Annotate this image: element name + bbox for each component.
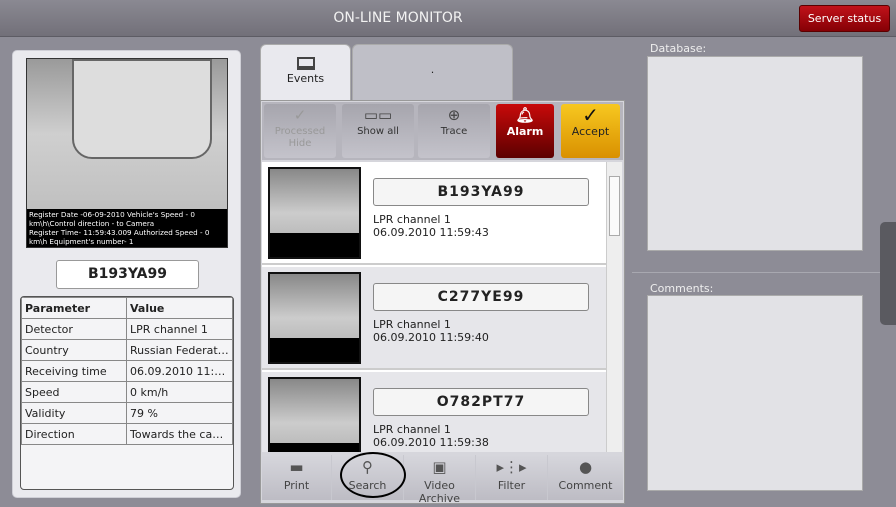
param-cell: Receiving time <box>21 360 127 382</box>
tab-label: . <box>430 63 435 76</box>
button-label: Processed Hide <box>274 126 326 149</box>
list-item[interactable]: O782PT77 LPR channel 1 06.09.2010 11:59:… <box>262 372 606 452</box>
value-cell: 06.09.2010 11:59:43 <box>126 360 233 382</box>
parameters-table: Parameter Value Detector LPR channel 1 Cou… <box>20 296 234 490</box>
scrollbar-thumb[interactable] <box>609 176 620 236</box>
speech-bubble-icon: ● <box>578 458 593 476</box>
header-cell: Value <box>126 297 233 319</box>
button-label: Alarm <box>506 125 544 138</box>
tab-other[interactable]: . <box>352 44 513 101</box>
button-label: Print <box>283 479 310 492</box>
database-box <box>647 56 863 251</box>
comments-label: Comments: <box>650 282 714 295</box>
event-plate: O782PT77 <box>373 388 589 416</box>
table-header: Parameter Value <box>21 297 233 319</box>
param-cell: Speed <box>21 381 127 403</box>
caption-line: km\h Equipment's number- 1 <box>29 237 134 246</box>
table-row: Detector LPR channel 1 <box>21 318 233 340</box>
processed-icon: ✓ <box>293 106 307 124</box>
table-row: Direction Towards the camera <box>21 423 233 445</box>
caption-line: Register Date -06-09-2010 Vehicle's Spee… <box>29 210 195 219</box>
print-button[interactable]: ▬ Print <box>262 455 332 500</box>
event-channel: LPR channel 1 <box>373 423 451 436</box>
table-row: Validity 79 % <box>21 402 233 424</box>
event-plate: B193YA99 <box>373 178 589 206</box>
filter-button[interactable]: ▸⋮▸ Filter <box>476 455 548 500</box>
event-thumbnail <box>268 167 361 259</box>
bottom-toolbar: ▬ Print ⚲ Search ▣ Video Archive ▸⋮▸ Filter … <box>262 455 623 505</box>
checkmark-icon: ✓ <box>582 103 599 127</box>
camera-snapshot: Register Date -06-09-2010 Vehicle's Spee… <box>26 58 228 248</box>
param-cell: Validity <box>21 402 127 424</box>
alarm-button[interactable]: 🔔︎ Alarm <box>496 104 554 158</box>
show-all-button[interactable]: ▭▭ Show all <box>342 104 414 158</box>
plate-number: B193YA99 <box>56 260 199 289</box>
bell-icon: 🔔︎ <box>515 106 535 124</box>
comments-box[interactable] <box>647 295 863 491</box>
value-cell: 0 km/h <box>126 381 233 403</box>
param-cell: Country <box>21 339 127 361</box>
processed-hide-button[interactable]: ✓ Processed Hide <box>264 104 336 158</box>
table-row: Receiving time06.09.2010 11:59:43 <box>21 360 233 382</box>
monitor-icon <box>296 57 315 70</box>
accept-button[interactable]: ✓ Accept <box>561 104 620 158</box>
video-archive-button[interactable]: ▣ Video Archive <box>404 455 476 505</box>
trace-button[interactable]: ⊕ Trace <box>418 104 490 158</box>
divider <box>632 272 880 273</box>
param-cell: Direction <box>21 423 127 445</box>
grid-icon: ▭▭ <box>363 106 393 124</box>
event-thumbnail <box>268 272 361 364</box>
crosshair-icon: ⊕ <box>447 106 461 124</box>
value-cell: 79 % <box>126 402 233 424</box>
tab-label: Events <box>286 72 325 85</box>
event-datetime: 06.09.2010 11:59:43 <box>373 226 489 239</box>
snapshot-caption: Register Date -06-09-2010 Vehicle's Spee… <box>27 209 227 247</box>
server-status-button[interactable]: Server status <box>799 5 890 32</box>
event-plate: C277YE99 <box>373 283 589 311</box>
event-channel: LPR channel 1 <box>373 213 451 226</box>
events-scrollbar[interactable] <box>606 162 622 452</box>
comment-button[interactable]: ● Comment <box>548 455 623 500</box>
events-list: B193YA99 LPR channel 1 06.09.2010 11:59:… <box>262 162 606 452</box>
event-datetime: 06.09.2010 11:59:40 <box>373 331 489 344</box>
panel-resize-handle[interactable] <box>880 222 896 325</box>
filter-icon: ▸⋮▸ <box>496 458 527 476</box>
button-label: Filter <box>497 479 526 492</box>
value-cell: LPR channel 1 <box>126 318 233 340</box>
button-label: Trace <box>440 126 468 137</box>
button-label: Show all <box>357 126 399 137</box>
event-channel: LPR channel 1 <box>373 318 451 331</box>
tab-events[interactable]: Events <box>260 44 351 101</box>
event-datetime: 06.09.2010 11:59:38 <box>373 436 489 449</box>
header-cell: Parameter <box>21 297 127 319</box>
caption-line: km\h\Control direction - to Camera <box>29 219 155 228</box>
database-label: Database: <box>650 42 707 55</box>
list-item[interactable]: B193YA99 LPR channel 1 06.09.2010 11:59:… <box>262 162 606 265</box>
param-cell: Detector <box>21 318 127 340</box>
caption-line: Register Time- 11:59:43.009 Authorized S… <box>29 228 210 237</box>
highlight-circle <box>340 452 406 498</box>
button-label: Video Archive <box>418 479 461 505</box>
printer-icon: ▬ <box>289 458 304 476</box>
button-label: Comment <box>558 479 613 492</box>
button-label: Accept <box>571 125 610 138</box>
table-row: Country Russian Federation <box>21 339 233 361</box>
app-title: ON-LINE MONITOR <box>333 10 463 26</box>
value-cell: Russian Federation <box>126 339 233 361</box>
list-item[interactable]: C277YE99 LPR channel 1 06.09.2010 11:59:… <box>262 267 606 370</box>
table-row: Speed 0 km/h <box>21 381 233 403</box>
film-icon: ▣ <box>432 458 447 476</box>
value-cell: Towards the camera <box>126 423 233 445</box>
event-thumbnail <box>268 377 361 452</box>
events-toolbar: ✓ Processed Hide ▭▭ Show all ⊕ Trace 🔔︎ Alar… <box>262 102 623 160</box>
vehicle-image <box>72 59 212 159</box>
